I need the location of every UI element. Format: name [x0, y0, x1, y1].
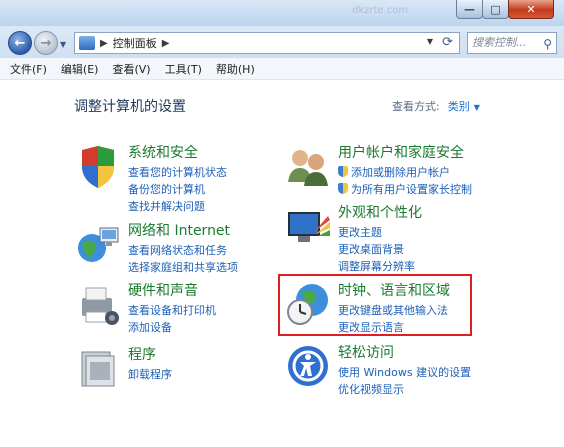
link-homegroup-sharing[interactable]: 选择家庭组和共享选项 [128, 259, 238, 276]
link-backup-computer[interactable]: 备份您的计算机 [128, 181, 227, 198]
link-parental-controls[interactable]: 为所有用户设置家长控制 [338, 181, 472, 198]
link-add-device[interactable]: 添加设备 [128, 319, 216, 336]
search-placeholder: 搜索控制... [472, 36, 527, 49]
maximize-button[interactable]: □ [482, 0, 509, 19]
category-title[interactable]: 硬件和声音 [128, 280, 198, 300]
view-by-label: 查看方式: [392, 100, 440, 113]
view-by-control[interactable]: 查看方式: 类别 ▼ [392, 98, 480, 114]
link-recommended-settings[interactable]: 使用 Windows 建议的设置 [338, 364, 471, 381]
menu-file[interactable]: 文件(F) [10, 61, 47, 77]
programs-icon[interactable] [74, 344, 122, 392]
uac-shield-icon [338, 183, 348, 194]
refresh-icon[interactable]: ⟳ [442, 35, 453, 50]
link-troubleshoot[interactable]: 查找并解决问题 [128, 198, 227, 215]
menu-tools[interactable]: 工具(T) [165, 61, 202, 77]
link-uninstall-program[interactable]: 卸载程序 [128, 366, 172, 383]
menu-bar: 文件(F) 编辑(E) 查看(V) 工具(T) 帮助(H) [0, 58, 564, 80]
shield-icon[interactable] [74, 142, 122, 190]
navigation-bar: ← → ▼ ▶ 控制面板 ▶ ▼ ⟳ 搜索控制... ⚲ [0, 26, 564, 58]
display-icon[interactable] [284, 202, 332, 250]
category-title[interactable]: 轻松访问 [338, 342, 394, 362]
category-title[interactable]: 网络和 Internet [128, 220, 230, 240]
users-icon[interactable] [284, 142, 332, 190]
menu-view[interactable]: 查看(V) [112, 61, 150, 77]
breadcrumb-control-panel[interactable]: 控制面板 [113, 35, 157, 51]
link-change-theme[interactable]: 更改主题 [338, 224, 415, 241]
link-screen-resolution[interactable]: 调整屏幕分辨率 [338, 258, 415, 275]
printer-icon[interactable] [74, 280, 122, 328]
view-by-value[interactable]: 类别 [448, 100, 470, 113]
control-panel-icon [79, 36, 95, 50]
network-icon[interactable] [74, 220, 122, 268]
category-title[interactable]: 程序 [128, 344, 156, 364]
link-add-remove-accounts[interactable]: 添加或删除用户帐户 [338, 164, 472, 181]
category-title[interactable]: 用户帐户和家庭安全 [338, 142, 464, 162]
link-devices-printers[interactable]: 查看设备和打印机 [128, 302, 216, 319]
back-button[interactable]: ← [8, 31, 32, 55]
search-icon[interactable]: ⚲ [543, 34, 552, 54]
link-change-background[interactable]: 更改桌面背景 [338, 241, 415, 258]
link-view-computer-status[interactable]: 查看您的计算机状态 [128, 164, 227, 181]
content-area: 调整计算机的设置 查看方式: 类别 ▼ 系统和安全 查看您的计算机状态 备份您的计算… [0, 80, 564, 447]
uac-shield-icon [338, 166, 348, 177]
breadcrumb-separator-icon[interactable]: ▶ [100, 38, 108, 49]
address-dropdown-icon[interactable]: ▼ [427, 37, 433, 46]
menu-edit[interactable]: 编辑(E) [61, 61, 99, 77]
category-title[interactable]: 外观和个性化 [338, 202, 422, 222]
link-optimize-display[interactable]: 优化视频显示 [338, 381, 471, 398]
title-bar[interactable]: dkzrte.com — □ ✕ [0, 0, 564, 26]
link-network-status[interactable]: 查看网络状态和任务 [128, 242, 238, 259]
menu-help[interactable]: 帮助(H) [216, 61, 255, 77]
watermark-text: dkzrte.com [352, 5, 409, 16]
page-title: 调整计算机的设置 [74, 99, 186, 115]
breadcrumb-separator-icon[interactable]: ▶ [162, 38, 170, 49]
category-title[interactable]: 系统和安全 [128, 142, 198, 162]
address-bar[interactable]: ▶ 控制面板 ▶ ▼ ⟳ [74, 32, 460, 54]
ease-of-access-icon[interactable] [284, 342, 332, 390]
search-input[interactable]: 搜索控制... ⚲ [467, 32, 557, 54]
close-button[interactable]: ✕ [508, 0, 554, 19]
forward-button[interactable]: → [34, 31, 58, 55]
highlight-box [278, 274, 472, 336]
recent-pages-dropdown-icon[interactable]: ▼ [60, 40, 70, 49]
chevron-down-icon[interactable]: ▼ [474, 103, 480, 112]
minimize-button[interactable]: — [456, 0, 483, 19]
